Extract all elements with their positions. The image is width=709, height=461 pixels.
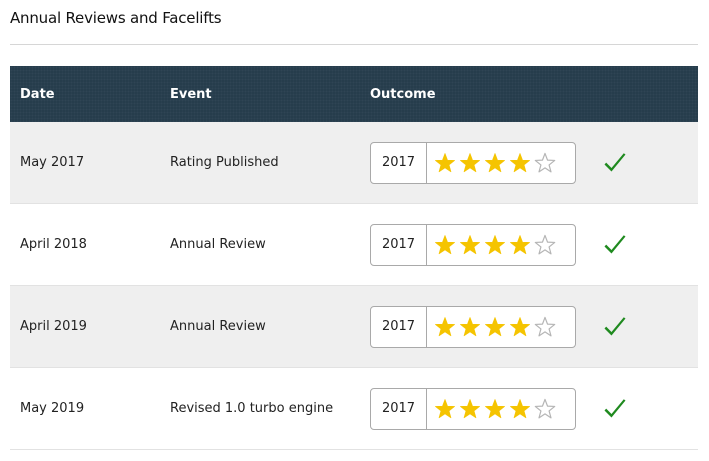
rating-year: 2017 xyxy=(371,306,427,347)
row-event: Annual Review xyxy=(170,237,266,252)
star-filled-icon xyxy=(434,234,456,254)
table-row: May 2017 Rating Published 2017 xyxy=(10,122,698,204)
star-filled-icon xyxy=(509,234,531,254)
row-outcome: 2017 xyxy=(360,305,698,348)
rating-year: 2017 xyxy=(371,388,427,429)
rating-badge[interactable]: 2017 xyxy=(370,141,576,184)
rating-badge[interactable]: 2017 xyxy=(370,305,576,348)
star-filled-icon xyxy=(509,398,531,418)
row-outcome: 2017 xyxy=(360,223,698,266)
star-filled-icon xyxy=(484,398,506,418)
star-filled-icon xyxy=(484,234,506,254)
row-outcome: 2017 xyxy=(360,141,698,184)
row-date: April 2019 xyxy=(20,319,87,334)
rating-year: 2017 xyxy=(371,224,427,265)
star-rating xyxy=(427,143,575,183)
star-rating xyxy=(427,307,575,347)
check-icon xyxy=(604,398,626,417)
header-outcome: Outcome xyxy=(370,86,436,102)
star-empty-icon xyxy=(534,234,556,254)
rating-year: 2017 xyxy=(371,142,427,183)
star-empty-icon xyxy=(534,398,556,418)
star-filled-icon xyxy=(459,152,481,172)
star-filled-icon xyxy=(459,234,481,254)
table-header: Date Event Outcome xyxy=(10,66,698,122)
star-rating xyxy=(427,389,575,429)
page: Annual Reviews and Facelifts Date Event … xyxy=(0,0,709,461)
star-empty-icon xyxy=(534,152,556,172)
table-row: April 2018 Annual Review 2017 xyxy=(10,204,698,286)
star-filled-icon xyxy=(459,398,481,418)
title-divider xyxy=(10,44,698,45)
check-icon xyxy=(604,316,626,335)
star-rating xyxy=(427,225,575,265)
rating-badge[interactable]: 2017 xyxy=(370,387,576,430)
header-event: Event xyxy=(170,86,212,102)
rating-badge[interactable]: 2017 xyxy=(370,223,576,266)
star-filled-icon xyxy=(484,152,506,172)
section-title: Annual Reviews and Facelifts xyxy=(10,9,222,27)
reviews-table: Date Event Outcome May 2017 Rating Publi… xyxy=(10,66,698,450)
row-outcome: 2017 xyxy=(360,387,698,430)
star-filled-icon xyxy=(484,316,506,336)
row-date: May 2019 xyxy=(20,401,85,416)
star-filled-icon xyxy=(459,316,481,336)
table-row: April 2019 Annual Review 2017 xyxy=(10,286,698,368)
header-date: Date xyxy=(20,86,55,102)
check-icon xyxy=(604,152,626,171)
row-event: Rating Published xyxy=(170,155,279,170)
star-filled-icon xyxy=(434,316,456,336)
row-event: Revised 1.0 turbo engine xyxy=(170,401,334,416)
row-event: Annual Review xyxy=(170,319,266,334)
table-row: May 2019 Revised 1.0 turbo engine 2017 xyxy=(10,368,698,450)
check-icon xyxy=(604,234,626,253)
row-date: April 2018 xyxy=(20,237,87,252)
star-filled-icon xyxy=(509,316,531,336)
row-date: May 2017 xyxy=(20,155,85,170)
star-filled-icon xyxy=(434,398,456,418)
star-filled-icon xyxy=(509,152,531,172)
star-filled-icon xyxy=(434,152,456,172)
star-empty-icon xyxy=(534,316,556,336)
